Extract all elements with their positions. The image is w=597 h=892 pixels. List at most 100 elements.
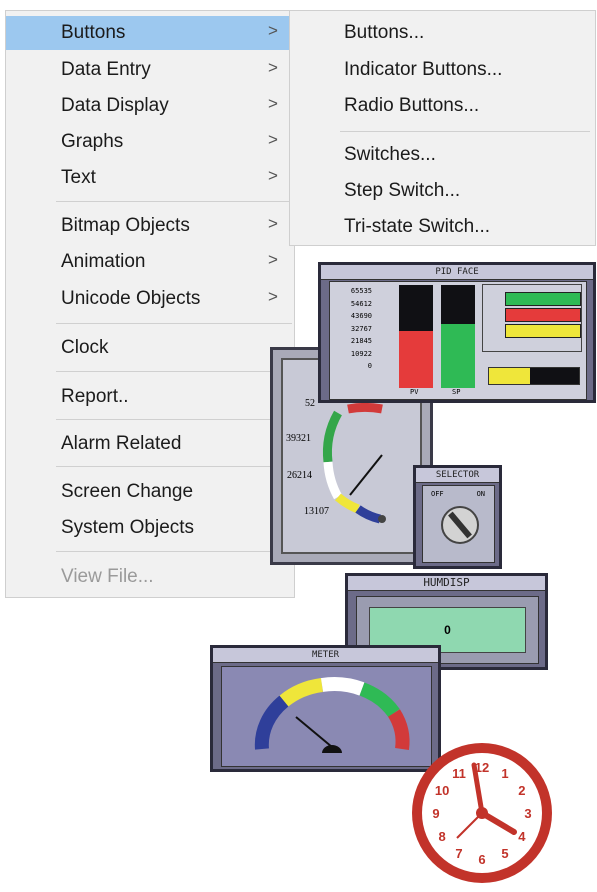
menu-item-bitmap-objects[interactable]: Bitmap Objects > — [6, 209, 294, 243]
submenu-arrow-icon: > — [268, 166, 278, 185]
submenu-arrow-icon: > — [268, 58, 278, 77]
status-bar-green — [505, 292, 581, 306]
scale-label: 65535 — [350, 287, 372, 295]
submenu-item-indicator-buttons[interactable]: Indicator Buttons... — [344, 59, 502, 81]
submenu-item-radio-buttons[interactable]: Radio Buttons... — [344, 95, 479, 117]
panel-title: METER — [213, 648, 438, 663]
pv-bar-fill — [399, 331, 433, 388]
submenu-arrow-icon: > — [268, 250, 278, 269]
submenu-item-tri-state-switch[interactable]: Tri-state Switch... — [344, 216, 490, 238]
menu-separator — [56, 323, 292, 324]
scale-label: 54612 — [350, 299, 372, 308]
submenu-item-switches[interactable]: Switches... — [344, 144, 436, 166]
menu-item-alarm-related[interactable]: Alarm Related — [6, 427, 294, 461]
menu-item-label: System Objects — [61, 517, 195, 538]
menu-item-label: Bitmap Objects — [61, 215, 190, 236]
menu-item-label: Report.. — [61, 386, 129, 407]
status-bar-red — [505, 308, 581, 322]
menu-item-label: Unicode Objects — [61, 288, 201, 309]
submenu-arrow-icon: > — [268, 130, 278, 149]
menu-item-view-file[interactable]: View File... — [6, 560, 294, 594]
menu-item-label: Alarm Related — [61, 433, 182, 454]
selector-body: OFF ON — [422, 485, 495, 563]
clock-numeral: 12 — [475, 760, 489, 775]
menu-separator — [56, 466, 292, 467]
clock-numeral: 7 — [455, 846, 462, 861]
clock-numeral: 2 — [518, 783, 525, 798]
submenu-arrow-icon: > — [268, 94, 278, 113]
clock-numeral: 11 — [452, 766, 466, 781]
gauge-tick-label: 13107 — [304, 506, 329, 517]
pid-face-preview: PID FACE 65535 54612 43690 32767 21845 1… — [318, 262, 596, 403]
clock-numeral: 5 — [501, 846, 508, 861]
submenu-arrow-icon: > — [268, 21, 278, 40]
panel-title: SELECTOR — [416, 468, 499, 483]
analog-clock-preview: 12 1 2 3 4 5 6 7 8 9 10 11 — [402, 735, 562, 885]
sp-bar-fill — [441, 324, 475, 388]
menu-item-text[interactable]: Text > — [6, 161, 294, 195]
clock-numeral: 8 — [439, 829, 446, 844]
clock-face-icon: 12 12 3 45 6 789 1011 — [412, 743, 552, 883]
gauge-tick-label: 39321 — [286, 433, 311, 444]
scale-label: 0 — [367, 362, 372, 370]
menu-item-label: Data Entry — [61, 59, 151, 80]
gauge-tick-label: 26214 — [287, 470, 312, 481]
pid-status-box — [482, 284, 582, 352]
menu-item-unicode-objects[interactable]: Unicode Objects > — [6, 282, 294, 316]
selector-preview: SELECTOR OFF ON — [413, 465, 502, 569]
scale-label: 32767 — [350, 324, 372, 333]
scale-label: 10922 — [350, 349, 372, 358]
bar-label: PV — [410, 388, 419, 396]
pv-bar — [399, 285, 433, 388]
clock-numeral: 10 — [435, 783, 449, 798]
clock-numeral: 6 — [478, 852, 485, 867]
scale-label: 21845 — [350, 337, 372, 345]
submenu-arrow-icon: > — [268, 287, 278, 306]
clock-numeral: 4 — [518, 829, 526, 844]
menu-item-label: View File... — [61, 566, 154, 587]
menu-item-label: Buttons — [61, 22, 126, 43]
menu-item-buttons[interactable]: Buttons > — [6, 16, 294, 50]
menu-item-system-objects[interactable]: System Objects — [6, 511, 294, 545]
clock-numeral: 9 — [432, 806, 439, 821]
selector-on-label: ON — [476, 490, 485, 498]
meter-gauge-graphic — [254, 677, 410, 753]
selector-knob-icon — [441, 506, 479, 544]
menu-item-label: Data Display — [61, 95, 169, 116]
status-bar-yellow — [505, 324, 581, 338]
menu-item-clock[interactable]: Clock — [6, 331, 294, 365]
panel-title: PID FACE — [321, 265, 593, 280]
selector-off-label: OFF — [431, 490, 444, 498]
menu-separator — [56, 419, 292, 420]
clock-numeral: 3 — [524, 806, 531, 821]
menu-separator — [56, 201, 292, 202]
menu-item-data-display[interactable]: Data Display > — [6, 89, 294, 123]
context-menu: Buttons > Data Entry > Data Display > Gr… — [5, 10, 295, 598]
scale-label: 43690 — [350, 312, 372, 320]
menu-separator — [56, 371, 292, 372]
menu-item-report[interactable]: Report.. — [6, 380, 294, 414]
menu-item-label: Text — [61, 167, 96, 188]
menu-item-label: Screen Change — [61, 481, 194, 502]
menu-separator — [56, 551, 292, 552]
clock-numeral: 1 — [501, 766, 508, 781]
pid-face-body: 65535 54612 43690 32767 21845 10922 0 PV… — [329, 281, 587, 400]
submenu-item-step-switch[interactable]: Step Switch... — [344, 180, 460, 202]
menu-item-label: Clock — [61, 337, 109, 358]
meter-face — [221, 666, 432, 767]
pid-output-bar — [488, 367, 580, 385]
submenu-item-buttons[interactable]: Buttons... — [344, 22, 424, 44]
menu-item-screen-change[interactable]: Screen Change — [6, 475, 294, 509]
menu-item-data-entry[interactable]: Data Entry > — [6, 53, 294, 87]
gauge-tick-label: 52 — [305, 398, 315, 409]
pid-scale: 65535 54612 43690 32767 21845 10922 0 — [332, 285, 372, 373]
pid-output-fill — [489, 368, 531, 384]
menu-item-graphs[interactable]: Graphs > — [6, 125, 294, 159]
panel-title: HUMDISP — [348, 576, 545, 591]
submenu-separator — [340, 131, 590, 132]
sp-bar — [441, 285, 475, 388]
buttons-submenu: Buttons... Indicator Buttons... Radio Bu… — [289, 10, 596, 246]
menu-item-label: Animation — [61, 251, 146, 272]
menu-item-animation[interactable]: Animation > — [6, 245, 294, 279]
submenu-arrow-icon: > — [268, 214, 278, 233]
